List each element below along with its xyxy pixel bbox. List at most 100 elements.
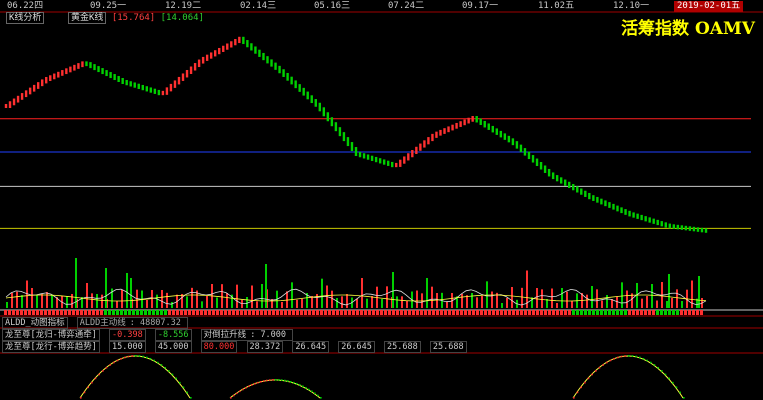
signal-dot xyxy=(360,310,363,315)
golden-kline-row[interactable]: 黄金K线 [15.764] [14.064] xyxy=(68,12,204,24)
volume-bar xyxy=(551,288,553,308)
volume-bar xyxy=(671,298,673,308)
volume-bar xyxy=(381,299,383,308)
volume-bar xyxy=(11,293,13,308)
volume-bar xyxy=(206,296,208,308)
volume-bar xyxy=(691,280,693,308)
dragon-trend-row: 龙至尊[龙行-博弈趋势] 15.000 45.000 80.000 28.372… xyxy=(2,341,471,353)
candle xyxy=(411,150,414,158)
date-axis: 06.22四 09.25一 12.19二 02.14三 05.16三 07.24… xyxy=(0,0,763,12)
signal-dot xyxy=(120,310,123,315)
signal-dot xyxy=(632,310,635,315)
volume-bar xyxy=(586,294,588,308)
candle xyxy=(572,184,575,191)
candle xyxy=(290,76,293,85)
candle xyxy=(36,82,40,89)
dragon-trend-name[interactable]: 龙至尊[龙行-博弈趋势] xyxy=(2,341,100,353)
trend-value: 15.000 xyxy=(108,341,146,353)
volume-bar xyxy=(416,290,418,308)
candle xyxy=(322,107,326,117)
signal-dot xyxy=(272,310,275,315)
oscillator-dot xyxy=(580,386,582,389)
volume-bar xyxy=(130,278,132,308)
volume-bar xyxy=(75,258,77,308)
signal-dot xyxy=(552,310,555,315)
oscillator-dot xyxy=(642,357,645,360)
candle xyxy=(435,131,438,138)
candle xyxy=(515,141,519,149)
trend-value: 26.645 xyxy=(338,341,375,353)
volume-bar xyxy=(346,294,348,308)
volume-bar xyxy=(181,294,183,308)
oscillator-dot xyxy=(135,355,137,357)
dragon-return-name[interactable]: 龙至尊[龙归-博弈通牵] xyxy=(2,329,100,341)
candle xyxy=(608,202,611,208)
signal-dot xyxy=(104,310,107,315)
volume-bar xyxy=(321,278,323,308)
trend-value: 80.000 xyxy=(200,341,238,353)
volume-bar xyxy=(161,290,163,308)
signal-dot xyxy=(592,310,595,315)
candle xyxy=(201,56,205,64)
signal-dot xyxy=(64,310,67,315)
candle xyxy=(286,72,289,81)
oscillator-dot xyxy=(683,397,685,399)
candle xyxy=(218,47,221,55)
signal-dot xyxy=(676,310,679,315)
oscillator-dot xyxy=(661,370,663,372)
candle xyxy=(49,75,52,82)
oscillator-dot xyxy=(617,356,619,359)
signal-dot xyxy=(396,310,399,315)
candle xyxy=(386,160,390,166)
candle xyxy=(535,158,539,167)
candle xyxy=(648,217,651,223)
signal-dot xyxy=(496,310,499,315)
oscillator-dot xyxy=(242,388,244,391)
candle xyxy=(563,179,567,186)
trend-value: 28.372 xyxy=(246,341,284,353)
candle xyxy=(439,129,442,136)
tab-kline-analysis[interactable]: K线分析 xyxy=(6,12,45,24)
oscillator-dot xyxy=(278,379,280,381)
signal-dot xyxy=(260,310,263,315)
candle xyxy=(543,165,547,173)
volume-bar xyxy=(556,303,558,308)
candle xyxy=(77,63,80,69)
candle xyxy=(73,64,76,71)
tab-kline-label[interactable]: K线分析 xyxy=(6,12,45,24)
oscillator-dot xyxy=(584,381,586,384)
oscillator-dot xyxy=(635,355,637,358)
candle xyxy=(624,209,627,215)
signal-dot xyxy=(364,310,367,315)
volume-bar xyxy=(66,296,68,308)
oscillator-dot xyxy=(131,355,133,357)
oscillator-dot xyxy=(606,361,608,364)
volume-bar xyxy=(96,294,98,308)
volume-bar xyxy=(571,301,573,308)
date-tick: 07.24二 xyxy=(388,1,425,11)
oscillator-dot xyxy=(675,386,678,389)
volume-bar xyxy=(681,301,683,308)
signal-dot xyxy=(200,310,203,315)
signal-dot xyxy=(156,310,159,315)
signal-dot xyxy=(660,310,663,315)
candle xyxy=(495,128,499,135)
golden-kline-button[interactable]: 黄金K线 xyxy=(68,12,107,24)
candle xyxy=(274,62,277,70)
candle xyxy=(374,156,378,163)
volume-bar xyxy=(51,294,53,308)
candle xyxy=(455,122,458,129)
date-tick: 11.02五 xyxy=(538,1,575,11)
candle xyxy=(294,80,297,89)
oscillator-dot xyxy=(311,390,313,393)
oscillator-dot xyxy=(236,392,238,395)
volume-bar xyxy=(186,296,188,308)
date-tick: 06.22四 xyxy=(7,1,44,11)
volume-bar xyxy=(191,287,193,308)
oscillator-dot xyxy=(595,370,597,372)
oscillator-dot xyxy=(171,373,174,376)
signal-dot xyxy=(380,310,383,315)
signal-dot xyxy=(128,310,131,315)
signal-dot xyxy=(600,310,603,315)
aldd-name[interactable]: ALDD_动图指标 xyxy=(2,317,68,329)
